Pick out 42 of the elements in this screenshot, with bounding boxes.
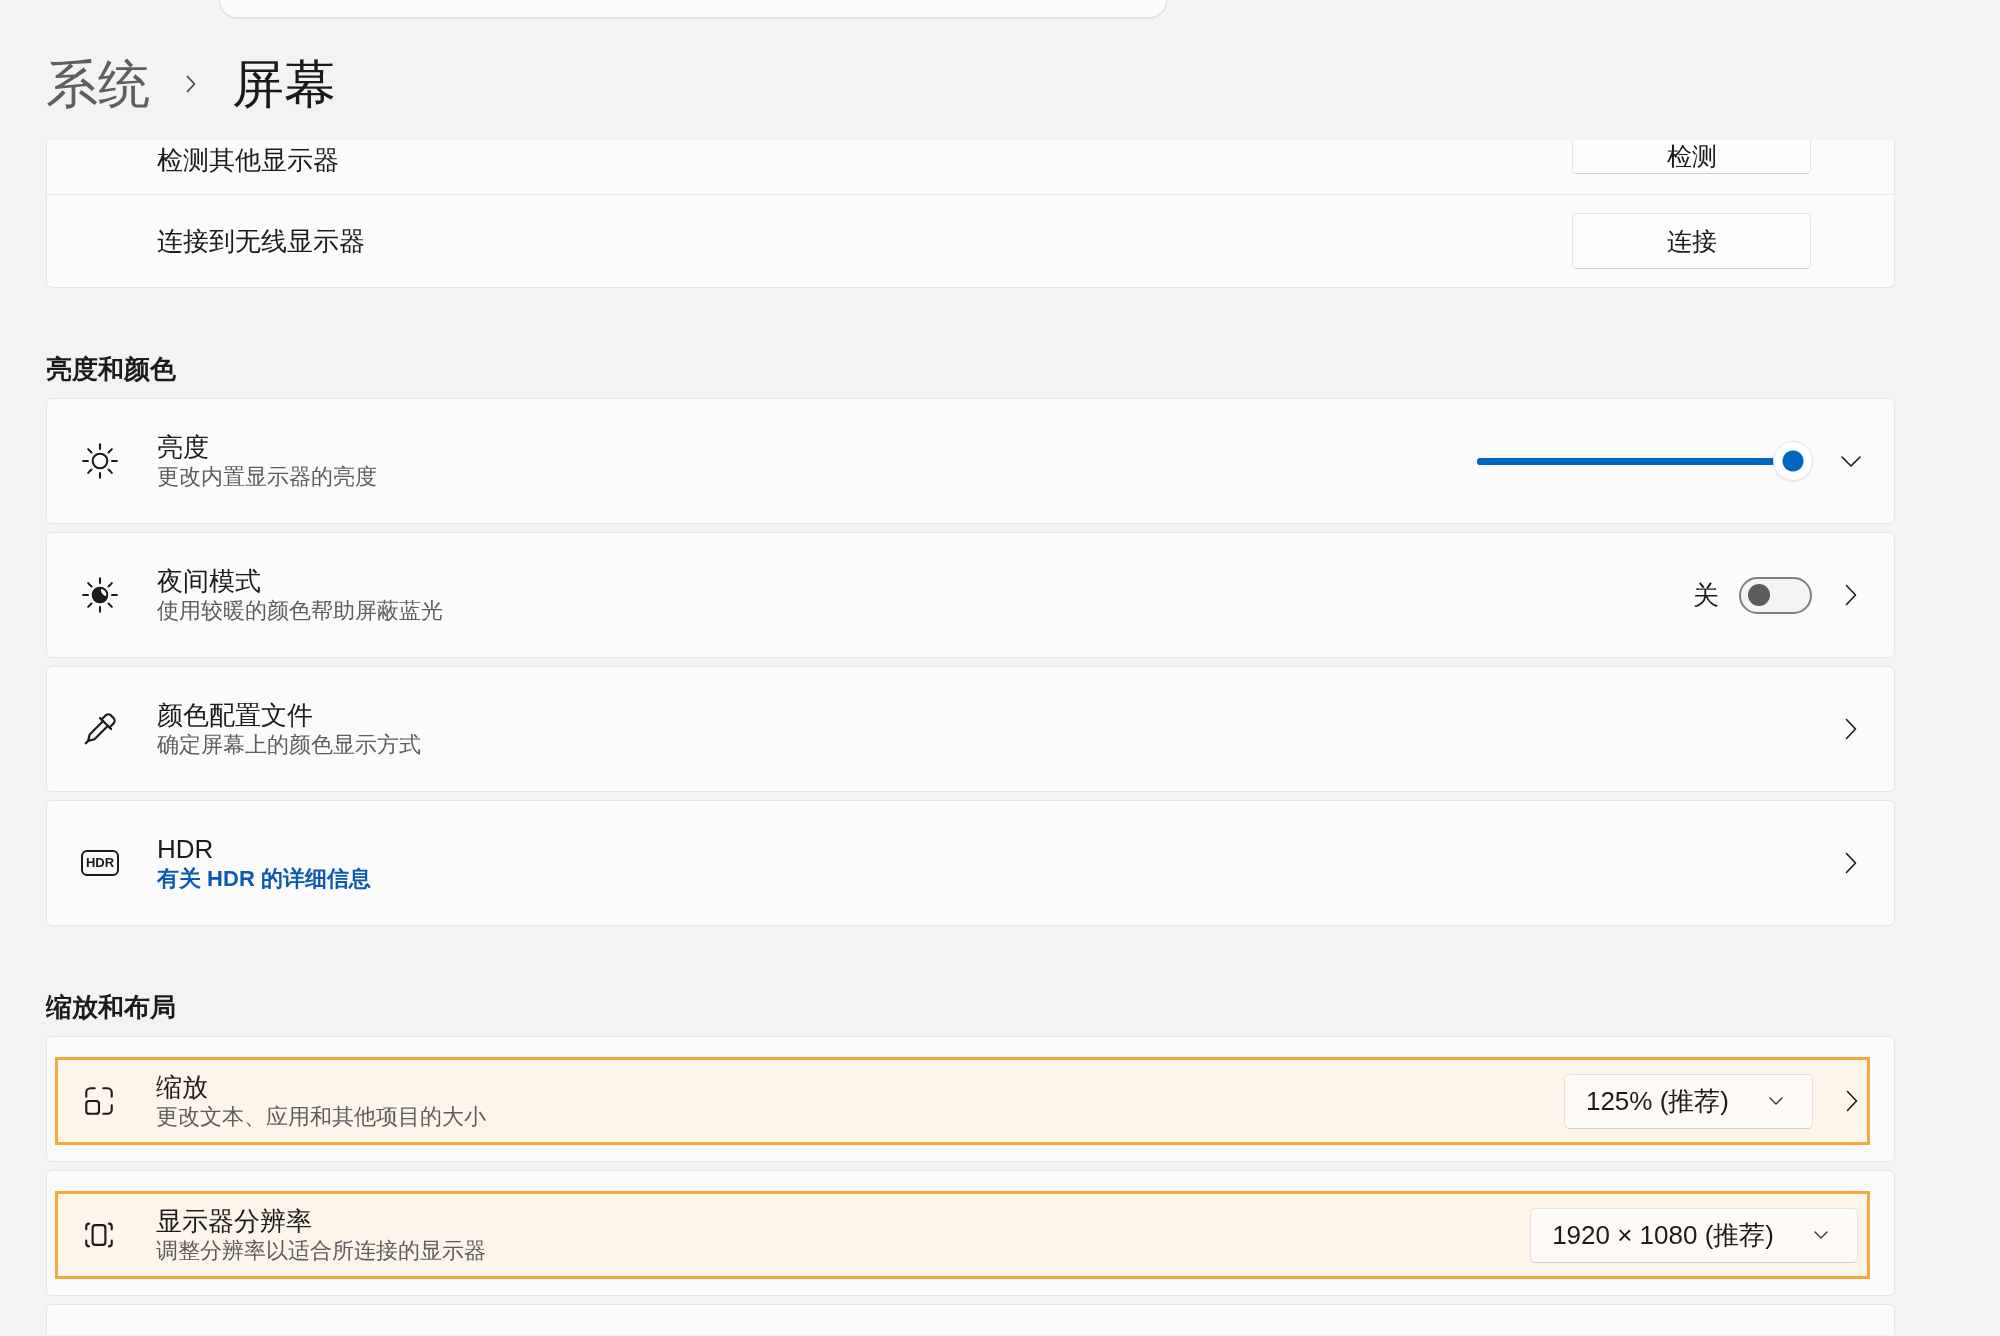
setting-title: 缩放 (156, 1071, 208, 1103)
setting-title: 连接到无线显示器 (157, 225, 365, 257)
caret-icon (1769, 1097, 1783, 1105)
setting-title: 显示器分辨率 (156, 1205, 312, 1237)
action-button[interactable]: 检测 (1572, 140, 1811, 174)
resize-frame-icon (82, 1084, 116, 1118)
setting-description: 确定屏幕上的颜色显示方式 (157, 731, 421, 759)
settings-card[interactable]: HDR HDR 有关 HDR 的详细信息 (46, 800, 1895, 926)
setting-description: 更改文本、应用和其他项目的大小 (156, 1103, 486, 1131)
slider-thumb[interactable] (1773, 441, 1813, 481)
settings-card[interactable]: 缩放 更改文本、应用和其他项目的大小 125% (推荐) (46, 1036, 1895, 1162)
settings-card[interactable]: 夜间模式 使用较暖的颜色帮助屏蔽蓝光 关 (46, 532, 1895, 658)
setting-title: 颜色配置文件 (157, 699, 313, 731)
breadcrumb-link[interactable]: 系统 (46, 54, 150, 114)
hdr-badge: HDR (80, 850, 120, 876)
section-heading: 亮度和颜色 (46, 354, 176, 384)
toggle-state-label: 关 (1693, 579, 1719, 611)
shaded-sun-icon (81, 576, 119, 614)
setting-description: 使用较暖的颜色帮助屏蔽蓝光 (157, 597, 443, 625)
settings-card[interactable]: 颜色配置文件 确定屏幕上的颜色显示方式 (46, 666, 1895, 792)
chevron-right-icon (186, 75, 196, 93)
caret-icon (1814, 1231, 1828, 1239)
setting-title: 亮度 (157, 431, 209, 463)
setting-title: 夜间模式 (157, 565, 261, 597)
setting-title: HDR (157, 833, 214, 865)
chevron-right-icon[interactable] (1845, 718, 1857, 740)
setting-title: 检测其他显示器 (157, 144, 339, 176)
chevron-down-icon[interactable] (1841, 455, 1861, 467)
info-link[interactable]: 有关 HDR 的详细信息 (157, 865, 371, 893)
search-field[interactable] (219, 0, 1167, 18)
setting-description: 更改内置显示器的亮度 (157, 463, 377, 491)
toggle-switch[interactable] (1739, 576, 1812, 614)
chevron-right-icon[interactable] (1845, 584, 1857, 606)
dropdown-select[interactable]: 125% (推荐) (1563, 1073, 1813, 1129)
page-title: 屏幕 (232, 54, 336, 114)
chevron-right-icon[interactable] (1845, 852, 1857, 874)
setting-description: 调整分辨率以适合所连接的显示器 (156, 1237, 486, 1265)
sun-icon (81, 442, 119, 480)
action-button[interactable]: 连接 (1572, 213, 1811, 269)
section-heading: 缩放和布局 (46, 992, 176, 1022)
chevron-right-icon[interactable] (1846, 1090, 1858, 1112)
dropdown-select[interactable]: 1920 × 1080 (推荐) (1530, 1207, 1858, 1263)
